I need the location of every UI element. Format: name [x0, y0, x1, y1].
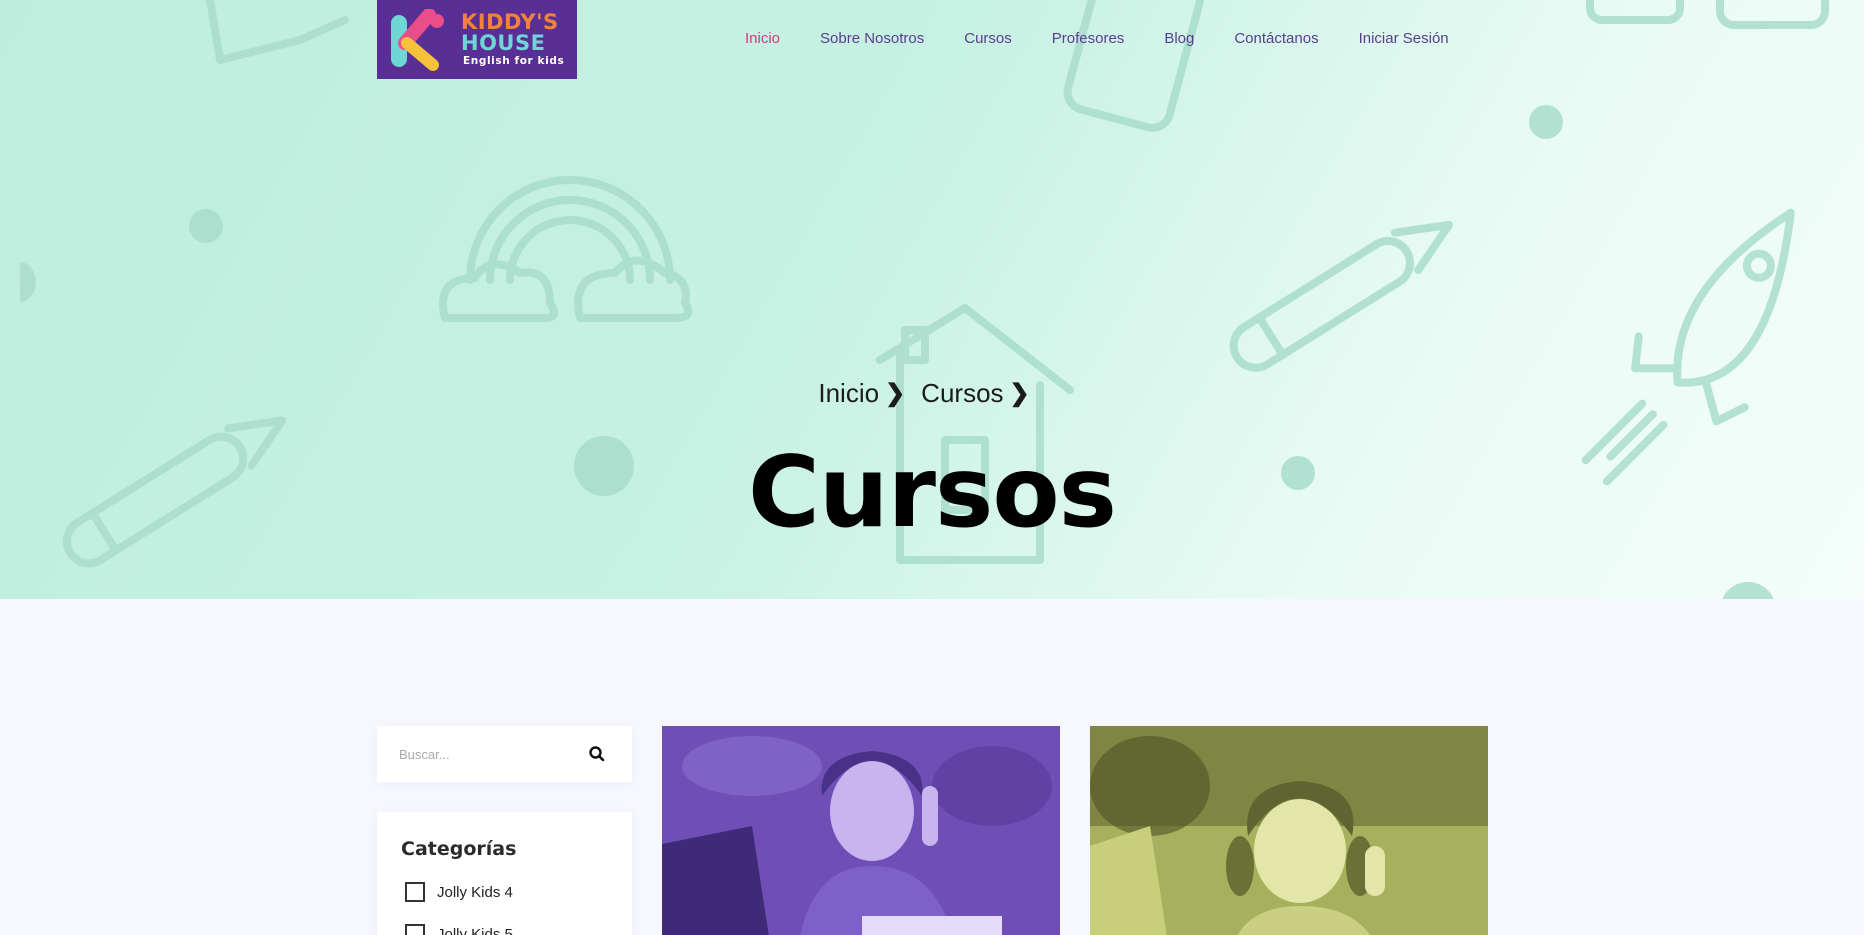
category-checkbox[interactable]	[405, 882, 425, 902]
course-card-image[interactable]	[662, 726, 1060, 935]
breadcrumb: Inicio ❯ Cursos ❯	[0, 378, 1864, 409]
page-title: Cursos	[747, 436, 1117, 550]
category-item[interactable]: Jolly Kids 5	[405, 924, 513, 935]
search-box	[377, 726, 632, 782]
brand-logo[interactable]: KIDDY'S HOUSE English for kids	[377, 0, 577, 79]
breadcrumb-label-inicio: Inicio	[818, 378, 880, 408]
logo-tagline: English for kids	[463, 55, 565, 67]
categories-panel: Categorías Jolly Kids 4 Jolly Kids 5	[377, 812, 632, 935]
nav-item-cursos[interactable]: Cursos	[964, 30, 1012, 47]
main-nav: Inicio Sobre Nosotros Cursos Profesores …	[745, 30, 1489, 47]
girl-with-laptop-photo	[662, 726, 1060, 935]
category-checkbox[interactable]	[405, 924, 425, 935]
breadcrumb-item[interactable]: Inicio ❯	[818, 378, 921, 409]
search-input[interactable]	[399, 744, 579, 764]
logo-k-mark-icon	[391, 9, 444, 71]
chevron-right-icon: ❯	[885, 380, 906, 407]
hero-banner: KIDDY'S HOUSE English for kids Inicio So…	[0, 0, 1864, 599]
nav-item-contactanos[interactable]: Contáctanos	[1234, 30, 1318, 47]
breadcrumb-item[interactable]: Cursos ❯	[921, 378, 1045, 409]
logo-text-house: HOUSE	[461, 31, 546, 55]
category-label: Jolly Kids 4	[437, 883, 513, 901]
categories-title: Categorías	[401, 838, 517, 860]
nav-item-profesores[interactable]: Profesores	[1052, 30, 1125, 47]
nav-item-sobre-nosotros[interactable]: Sobre Nosotros	[820, 30, 924, 47]
breadcrumb-label-cursos: Cursos	[921, 378, 1004, 408]
search-icon[interactable]	[588, 745, 606, 763]
chevron-right-icon: ❯	[1009, 380, 1030, 407]
category-label: Jolly Kids 5	[437, 925, 513, 935]
nav-item-inicio[interactable]: Inicio	[745, 30, 780, 47]
girl-thumbs-up-photo	[1090, 726, 1488, 935]
category-item[interactable]: Jolly Kids 4	[405, 882, 513, 902]
nav-item-iniciar-sesion[interactable]: Iniciar Sesión	[1359, 30, 1449, 47]
course-card-image[interactable]	[1090, 726, 1488, 935]
nav-item-blog[interactable]: Blog	[1164, 30, 1194, 47]
